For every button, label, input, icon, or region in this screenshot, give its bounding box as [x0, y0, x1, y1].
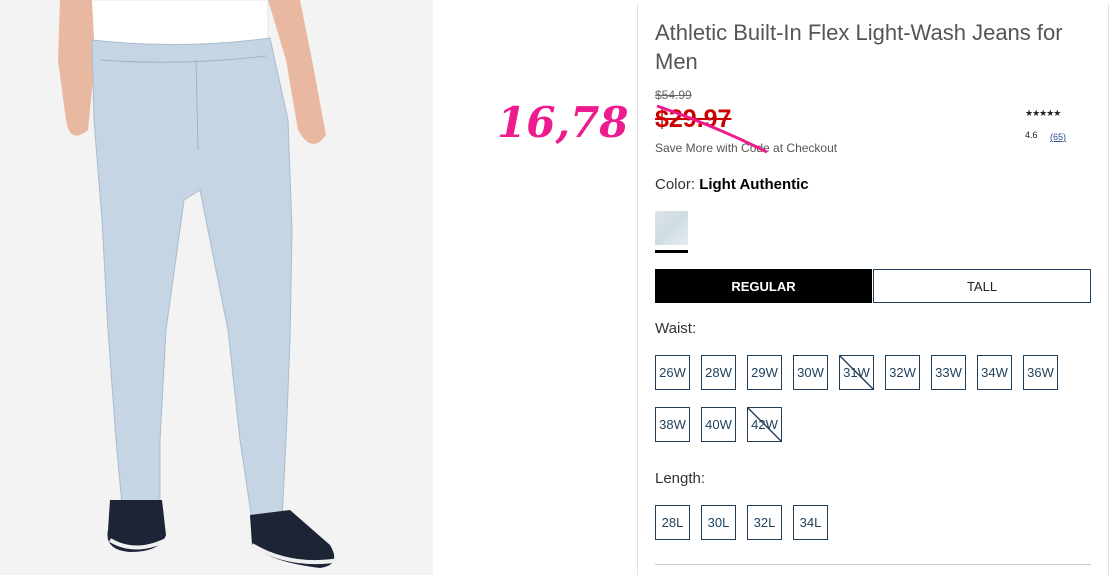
- waist-size-28w[interactable]: 28W: [701, 355, 736, 390]
- waist-size-33w[interactable]: 33W: [931, 355, 966, 390]
- swatch-selected-indicator: [655, 250, 688, 253]
- divider: [655, 564, 1091, 565]
- rating-value: 4.6: [1025, 130, 1038, 140]
- product-title: Athletic Built-In Flex Light-Wash Jeans …: [655, 20, 1063, 74]
- fit-tall-button[interactable]: TALL: [873, 269, 1091, 303]
- waist-size-36w[interactable]: 36W: [1023, 355, 1058, 390]
- waist-size-32w[interactable]: 32W: [885, 355, 920, 390]
- waist-size-34w[interactable]: 34W: [977, 355, 1012, 390]
- rating-stars-icon: ★★★★★: [1025, 108, 1061, 118]
- length-label: Length:: [655, 470, 706, 487]
- waist-label: Waist:: [655, 320, 697, 337]
- color-selection: Color: Light Authentic: [655, 176, 809, 193]
- fit-regular-button[interactable]: REGULAR: [655, 269, 872, 303]
- color-swatch-light-authentic[interactable]: [655, 211, 688, 245]
- sale-price: $29.97: [655, 105, 732, 133]
- color-label: Color:: [655, 176, 696, 193]
- color-value: Light Authentic: [699, 176, 809, 193]
- save-more-note: Save More with Code at Checkout: [655, 141, 838, 155]
- reviews-link[interactable]: (65): [1050, 132, 1066, 142]
- waist-size-40w[interactable]: 40W: [701, 407, 736, 442]
- product-details-panel: Athletic Built-In Flex Light-Wash Jeans …: [637, 4, 1109, 575]
- jeans-photo: [58, 0, 341, 568]
- length-size-28l[interactable]: 28L: [655, 505, 690, 540]
- handwritten-price-note: 16,78: [497, 98, 629, 147]
- length-size-34l[interactable]: 34L: [793, 505, 828, 540]
- length-size-32l[interactable]: 32L: [747, 505, 782, 540]
- length-size-30l[interactable]: 30L: [701, 505, 736, 540]
- waist-size-42w[interactable]: 42W: [747, 407, 782, 442]
- waist-size-30w[interactable]: 30W: [793, 355, 828, 390]
- waist-size-31w[interactable]: 31W: [839, 355, 874, 390]
- original-price: $54.99: [655, 88, 692, 102]
- waist-size-26w[interactable]: 26W: [655, 355, 690, 390]
- product-image: [0, 0, 433, 575]
- waist-size-38w[interactable]: 38W: [655, 407, 690, 442]
- waist-size-29w[interactable]: 29W: [747, 355, 782, 390]
